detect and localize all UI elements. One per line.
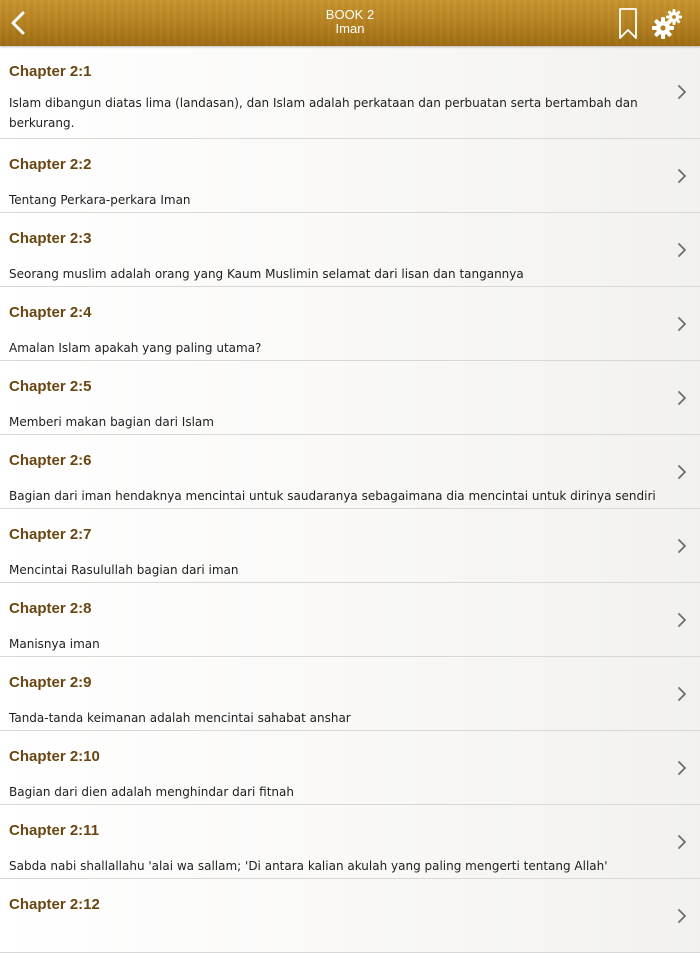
chapter-title: Chapter 2:12 [9,896,100,913]
chevron-right-icon [678,242,686,257]
chapter-description: Seorang muslim adalah orang yang Kaum Mu… [9,267,524,281]
chapter-row[interactable]: Chapter 2:4 Amalan Islam apakah yang pal… [0,287,700,361]
book-title-label: Iman [335,21,365,36]
chevron-right-icon [678,612,686,627]
chapter-description: Mencintai Rasulullah bagian dari iman [9,563,239,577]
chapter-description: Memberi makan bagian dari Islam [9,415,214,429]
chapter-row[interactable]: Chapter 2:11 Sabda nabi shallallahu 'ala… [0,805,700,879]
chapter-title: Chapter 2:10 [9,748,100,765]
chapter-title: Chapter 2:8 [9,600,92,617]
chapter-title: Chapter 2:4 [9,304,92,321]
chevron-right-icon [678,85,686,99]
bookmark-button[interactable] [618,7,638,41]
chapter-row[interactable]: Chapter 2:2 Tentang Perkara-perkara Iman [0,139,700,213]
chapter-title: Chapter 2:11 [9,822,100,839]
chapter-title: Chapter 2:9 [9,674,92,691]
chapter-description: Islam dibangun diatas lima (landasan), d… [9,96,638,130]
book-number-label: BOOK 2 [325,7,375,22]
chapter-list: Chapter 2:1 Islam dibangun diatas lima (… [0,46,700,953]
chevron-right-icon [678,316,686,331]
chevron-right-icon [678,168,686,183]
chapter-description: Bagian dari dien adalah menghindar dari … [9,785,294,799]
chapter-title: Chapter 2:6 [9,452,92,469]
chevron-right-icon [678,760,686,775]
chapter-title: Chapter 2:2 [9,156,92,173]
chapter-row[interactable]: Chapter 2:9 Tanda-tanda keimanan adalah … [0,657,700,731]
chapter-description: Manisnya iman [9,637,100,651]
chapter-row[interactable]: Chapter 2:5 Memberi makan bagian dari Is… [0,361,700,435]
chapter-title: Chapter 2:7 [9,526,92,543]
chevron-left-icon [11,11,25,35]
chapter-row[interactable]: Chapter 2:3 Seorang muslim adalah orang … [0,213,700,287]
chevron-right-icon [678,834,686,849]
chapter-row[interactable]: Chapter 2:10 Bagian dari dien adalah men… [0,731,700,805]
bookmark-icon [619,8,637,39]
chapter-description: Amalan Islam apakah yang paling utama? [9,341,262,355]
settings-button[interactable] [650,7,684,41]
chapter-row[interactable]: Chapter 2:7 Mencintai Rasulullah bagian … [0,509,700,583]
gears-icon [652,9,682,39]
chapter-description: Sabda nabi shallallahu 'alai wa sallam; … [9,859,608,873]
chevron-right-icon [678,464,686,479]
chapter-title: Chapter 2:3 [9,230,92,247]
chevron-right-icon [678,908,686,923]
chevron-right-icon [678,390,686,405]
chapter-row[interactable]: Chapter 2:6 Bagian dari iman hendaknya m… [0,435,700,509]
chapter-title: Chapter 2:1 [9,63,92,80]
chapter-row[interactable]: Chapter 2:8 Manisnya iman [0,583,700,657]
chapter-description: Tentang Perkara-perkara Iman [9,193,191,207]
page-title: BOOK 2 Iman [200,8,500,36]
chapter-row[interactable]: Chapter 2:12 [0,879,700,953]
chapter-title: Chapter 2:5 [9,378,92,395]
back-button[interactable] [4,6,34,40]
chevron-right-icon [678,538,686,553]
chapter-description: Tanda-tanda keimanan adalah mencintai sa… [9,711,351,725]
chapter-row[interactable]: Chapter 2:1 Islam dibangun diatas lima (… [0,46,700,139]
chevron-right-icon [678,686,686,701]
chapter-description: Bagian dari iman hendaknya mencintai unt… [9,489,656,503]
navigation-bar: BOOK 2 Iman [0,0,700,46]
